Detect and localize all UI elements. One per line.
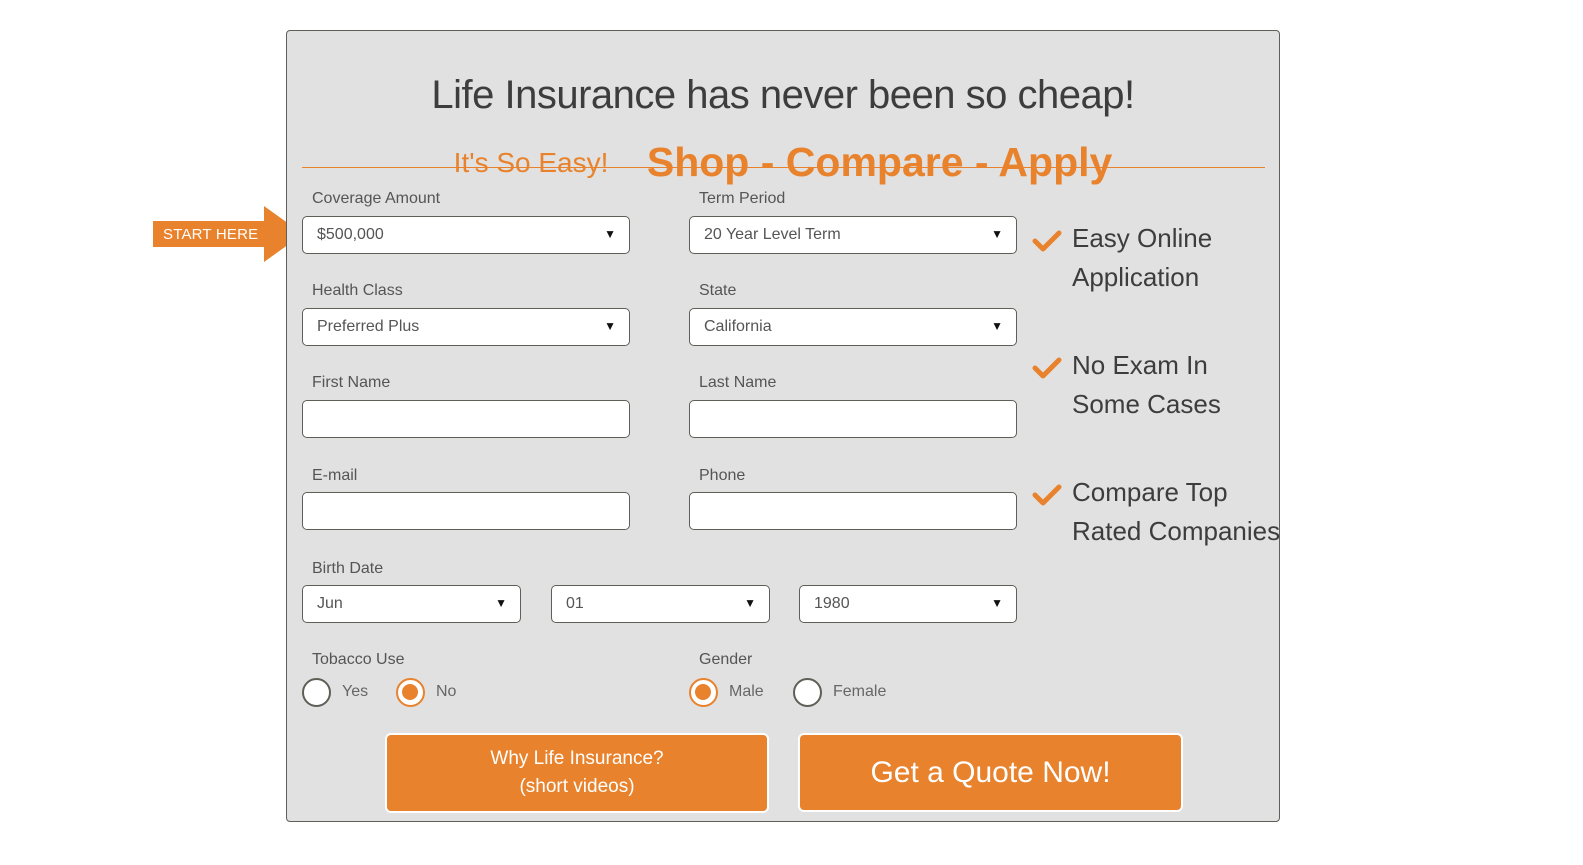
health-class-value: Preferred Plus <box>317 318 420 335</box>
last-name-input[interactable] <box>689 400 1017 438</box>
benefit-line1: Easy Online <box>1072 223 1213 253</box>
checkmark-icon <box>1032 357 1062 379</box>
benefit-line2: Some Cases <box>1072 389 1221 419</box>
phone-label: Phone <box>699 467 746 484</box>
gender-male-label[interactable]: Male <box>729 683 764 701</box>
tobacco-yes-radio[interactable] <box>302 678 331 707</box>
state-label: State <box>699 282 737 299</box>
start-here-label: START HERE <box>163 226 259 243</box>
birth-day-select[interactable]: 01 ▼ <box>551 585 770 623</box>
tagline-easy: It's So Easy! <box>453 146 609 178</box>
birth-year-value: 1980 <box>814 595 850 612</box>
last-name-label: Last Name <box>699 374 777 391</box>
health-class-select[interactable]: Preferred Plus ▼ <box>302 308 630 346</box>
state-select[interactable]: California ▼ <box>689 308 1017 346</box>
coverage-amount-select[interactable]: $500,000 ▼ <box>302 216 630 254</box>
quote-form-panel: Life Insurance has never been so cheap! … <box>286 30 1280 822</box>
checkmark-icon <box>1032 484 1062 506</box>
why-button-line2: (short videos) <box>519 776 635 797</box>
benefit-line1: Compare Top <box>1072 477 1228 507</box>
chevron-down-icon: ▼ <box>604 227 616 241</box>
gender-female-radio[interactable] <box>793 678 822 707</box>
tobacco-yes-label[interactable]: Yes <box>342 683 368 701</box>
chevron-down-icon: ▼ <box>495 596 507 610</box>
chevron-down-icon: ▼ <box>991 596 1003 610</box>
benefit-line2: Application <box>1072 262 1200 292</box>
term-period-value: 20 Year Level Term <box>704 226 841 243</box>
coverage-amount-value: $500,000 <box>317 226 384 243</box>
tagline: It's So Easy! Shop - Compare - Apply <box>287 139 1279 186</box>
birth-day-value: 01 <box>566 595 584 612</box>
first-name-label: First Name <box>312 374 391 391</box>
tobacco-use-label: Tobacco Use <box>312 651 405 668</box>
email-input[interactable] <box>302 492 630 530</box>
first-name-input[interactable] <box>302 400 630 438</box>
birth-month-select[interactable]: Jun ▼ <box>302 585 521 623</box>
email-label: E-mail <box>312 467 358 484</box>
chevron-down-icon: ▼ <box>744 596 756 610</box>
gender-female-label[interactable]: Female <box>833 683 886 701</box>
coverage-amount-label: Coverage Amount <box>312 190 441 207</box>
tagline-steps: Shop - Compare - Apply <box>646 139 1113 185</box>
why-button-line1: Why Life Insurance? <box>490 748 664 769</box>
get-quote-button[interactable]: Get a Quote Now! <box>798 733 1183 812</box>
term-period-label: Term Period <box>699 190 786 207</box>
chevron-down-icon: ▼ <box>604 319 616 333</box>
gender-male-radio[interactable] <box>689 678 718 707</box>
tobacco-no-radio[interactable] <box>396 678 425 707</box>
tobacco-no-label[interactable]: No <box>436 683 456 701</box>
chevron-down-icon: ▼ <box>991 319 1003 333</box>
divider <box>302 167 1265 168</box>
gender-label: Gender <box>699 651 753 668</box>
why-life-insurance-button[interactable]: Why Life Insurance? (short videos) <box>385 733 769 813</box>
state-value: California <box>704 318 772 335</box>
benefit-line1: No Exam In <box>1072 350 1208 380</box>
term-period-select[interactable]: 20 Year Level Term ▼ <box>689 216 1017 254</box>
health-class-label: Health Class <box>312 282 403 299</box>
benefit-line2: Rated Companies <box>1072 516 1281 546</box>
phone-input[interactable] <box>689 492 1017 530</box>
birth-date-label: Birth Date <box>312 560 384 577</box>
birth-year-select[interactable]: 1980 ▼ <box>799 585 1017 623</box>
birth-month-value: Jun <box>317 595 343 612</box>
page-title: Life Insurance has never been so cheap! <box>431 73 1135 117</box>
chevron-down-icon: ▼ <box>991 227 1003 241</box>
checkmark-icon <box>1032 230 1062 252</box>
